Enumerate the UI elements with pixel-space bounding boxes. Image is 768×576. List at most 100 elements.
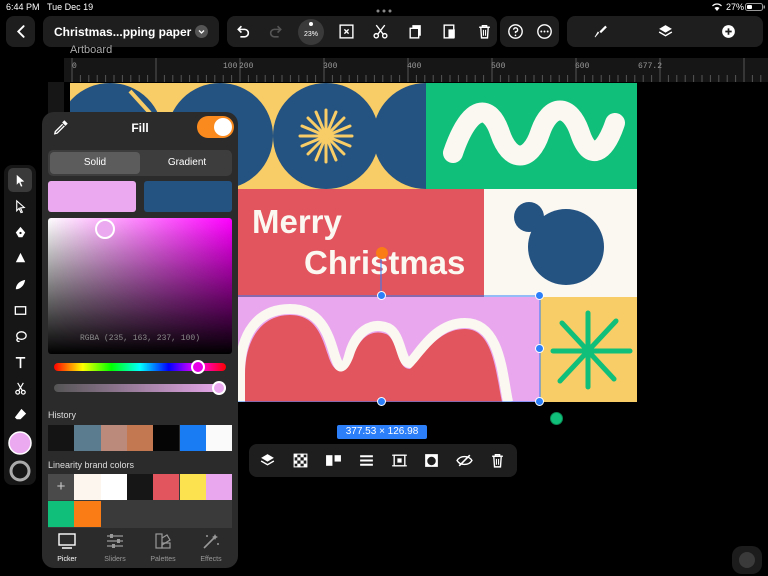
add-brand-color-button[interactable]: + <box>48 474 74 500</box>
color-picker-handle[interactable] <box>95 219 115 239</box>
hue-slider-thumb[interactable] <box>191 360 205 374</box>
stroke-color-well[interactable] <box>8 459 32 483</box>
current-color-swatch[interactable] <box>48 181 136 212</box>
brand-color-swatch[interactable] <box>153 474 180 500</box>
help-button[interactable] <box>502 16 528 47</box>
style-inspector-button[interactable] <box>587 16 613 47</box>
history-swatch[interactable] <box>153 425 180 451</box>
opacity-slider-thumb[interactable] <box>212 381 226 395</box>
eraser-tool[interactable] <box>8 402 32 426</box>
chevron-left-icon <box>8 16 34 47</box>
history-swatch[interactable] <box>74 425 101 451</box>
brush-tool[interactable] <box>8 272 32 296</box>
brand-color-swatch[interactable] <box>205 474 233 500</box>
brand-color-swatch[interactable] <box>48 501 75 527</box>
undo-button[interactable] <box>229 16 255 47</box>
selection-handle-bottom-right[interactable] <box>535 397 544 406</box>
selection-handle-right[interactable] <box>535 344 544 353</box>
frame-icon <box>391 454 407 467</box>
opacity-slider[interactable] <box>54 381 226 395</box>
opacity-button[interactable] <box>284 444 316 477</box>
add-element-button[interactable] <box>715 16 741 47</box>
brand-color-swatch[interactable] <box>179 474 206 500</box>
corner-radius-handle[interactable] <box>550 412 563 425</box>
palettes-icon <box>155 533 171 549</box>
trash-icon <box>491 453 503 468</box>
tab-palettes[interactable]: Palettes <box>139 530 187 568</box>
toggle-knob <box>214 118 232 136</box>
more-button[interactable] <box>531 16 557 47</box>
assistive-touch-button[interactable] <box>732 546 762 574</box>
history-swatch[interactable] <box>205 425 233 451</box>
help-more-toolbar <box>500 16 559 47</box>
lasso-tool[interactable] <box>8 324 32 348</box>
node-tool[interactable] <box>8 194 32 218</box>
layers-button[interactable] <box>652 16 678 47</box>
align-button[interactable] <box>317 444 349 477</box>
arrange-button[interactable] <box>251 444 283 477</box>
hue-slider[interactable] <box>54 360 226 374</box>
ruler-tick: 100 <box>223 62 238 71</box>
brand-color-swatch[interactable] <box>74 474 101 500</box>
brand-color-swatch[interactable] <box>126 474 154 500</box>
selection-tool[interactable] <box>8 168 32 192</box>
zoom-level-button[interactable]: 23% <box>298 19 324 45</box>
selection-handle-top-right[interactable] <box>535 291 544 300</box>
pen-nib-icon <box>15 226 25 237</box>
rotation-handle[interactable] <box>376 247 388 259</box>
ruler-tick: 0 <box>72 62 77 71</box>
scissors-tool-icon <box>14 382 26 395</box>
lines-icon <box>359 455 373 466</box>
redo-button[interactable] <box>263 16 289 47</box>
fit-selection-button[interactable] <box>333 16 359 47</box>
selection-handle-top[interactable] <box>377 291 386 300</box>
brand-color-swatch[interactable] <box>74 501 101 527</box>
mask-button[interactable] <box>415 444 447 477</box>
hide-button[interactable] <box>448 444 480 477</box>
merry-text[interactable]: Merry <box>252 203 343 240</box>
history-swatch[interactable] <box>179 425 206 451</box>
chevron-down-icon <box>195 25 208 38</box>
multitasking-dots-icon[interactable] <box>376 5 392 13</box>
cut-button[interactable] <box>367 16 393 47</box>
horizontal-ruler[interactable]: 0 100 200 300 400 500 600 677.2 <box>64 58 768 82</box>
tab-sliders[interactable]: Sliders <box>91 530 139 568</box>
lasso-icon <box>15 330 27 342</box>
pencil-tool[interactable] <box>8 246 32 270</box>
delete-button[interactable] <box>471 16 497 47</box>
mode-solid-button[interactable]: Solid <box>50 152 140 174</box>
rgba-readout[interactable]: RGBA (235, 163, 237, 100) <box>48 334 232 343</box>
ornament-cap[interactable] <box>514 202 544 232</box>
tab-picker[interactable]: Picker <box>43 530 91 568</box>
history-swatch[interactable] <box>48 425 75 451</box>
selection-size-label: 377.53 × 126.98 <box>337 425 427 439</box>
saturation-brightness-picker[interactable]: RGBA (235, 163, 237, 100) <box>48 218 232 354</box>
history-swatch[interactable] <box>126 425 154 451</box>
text-tool[interactable] <box>8 350 32 374</box>
delete-selection-button[interactable] <box>481 444 513 477</box>
back-button[interactable] <box>6 16 35 47</box>
tab-effects[interactable]: Effects <box>187 530 235 568</box>
fill-toggle[interactable] <box>197 116 234 138</box>
undo-icon <box>236 25 249 38</box>
frame-button[interactable] <box>383 444 415 477</box>
scissors-tool[interactable] <box>8 376 32 400</box>
paste-button[interactable] <box>436 16 462 47</box>
distribute-button[interactable] <box>350 444 382 477</box>
trash-icon <box>478 24 490 39</box>
wifi-icon <box>711 2 723 12</box>
shape-tool[interactable] <box>8 298 32 322</box>
previous-color-swatch[interactable] <box>144 181 232 212</box>
status-date: Tue Dec 19 <box>47 2 94 12</box>
brand-color-swatch[interactable] <box>100 474 127 500</box>
sun-burst-shape[interactable] <box>298 108 354 164</box>
ruler-tick: 500 <box>491 62 506 71</box>
pen-tool[interactable] <box>8 220 32 244</box>
layers-icon <box>658 25 672 37</box>
copy-button[interactable] <box>402 16 428 47</box>
selection-handle-bottom[interactable] <box>377 397 386 406</box>
history-swatch[interactable] <box>100 425 127 451</box>
fill-color-well[interactable] <box>8 431 32 455</box>
document-title-menu[interactable]: Christmas...pping paper <box>43 16 219 47</box>
mode-gradient-button[interactable]: Gradient <box>142 152 232 174</box>
